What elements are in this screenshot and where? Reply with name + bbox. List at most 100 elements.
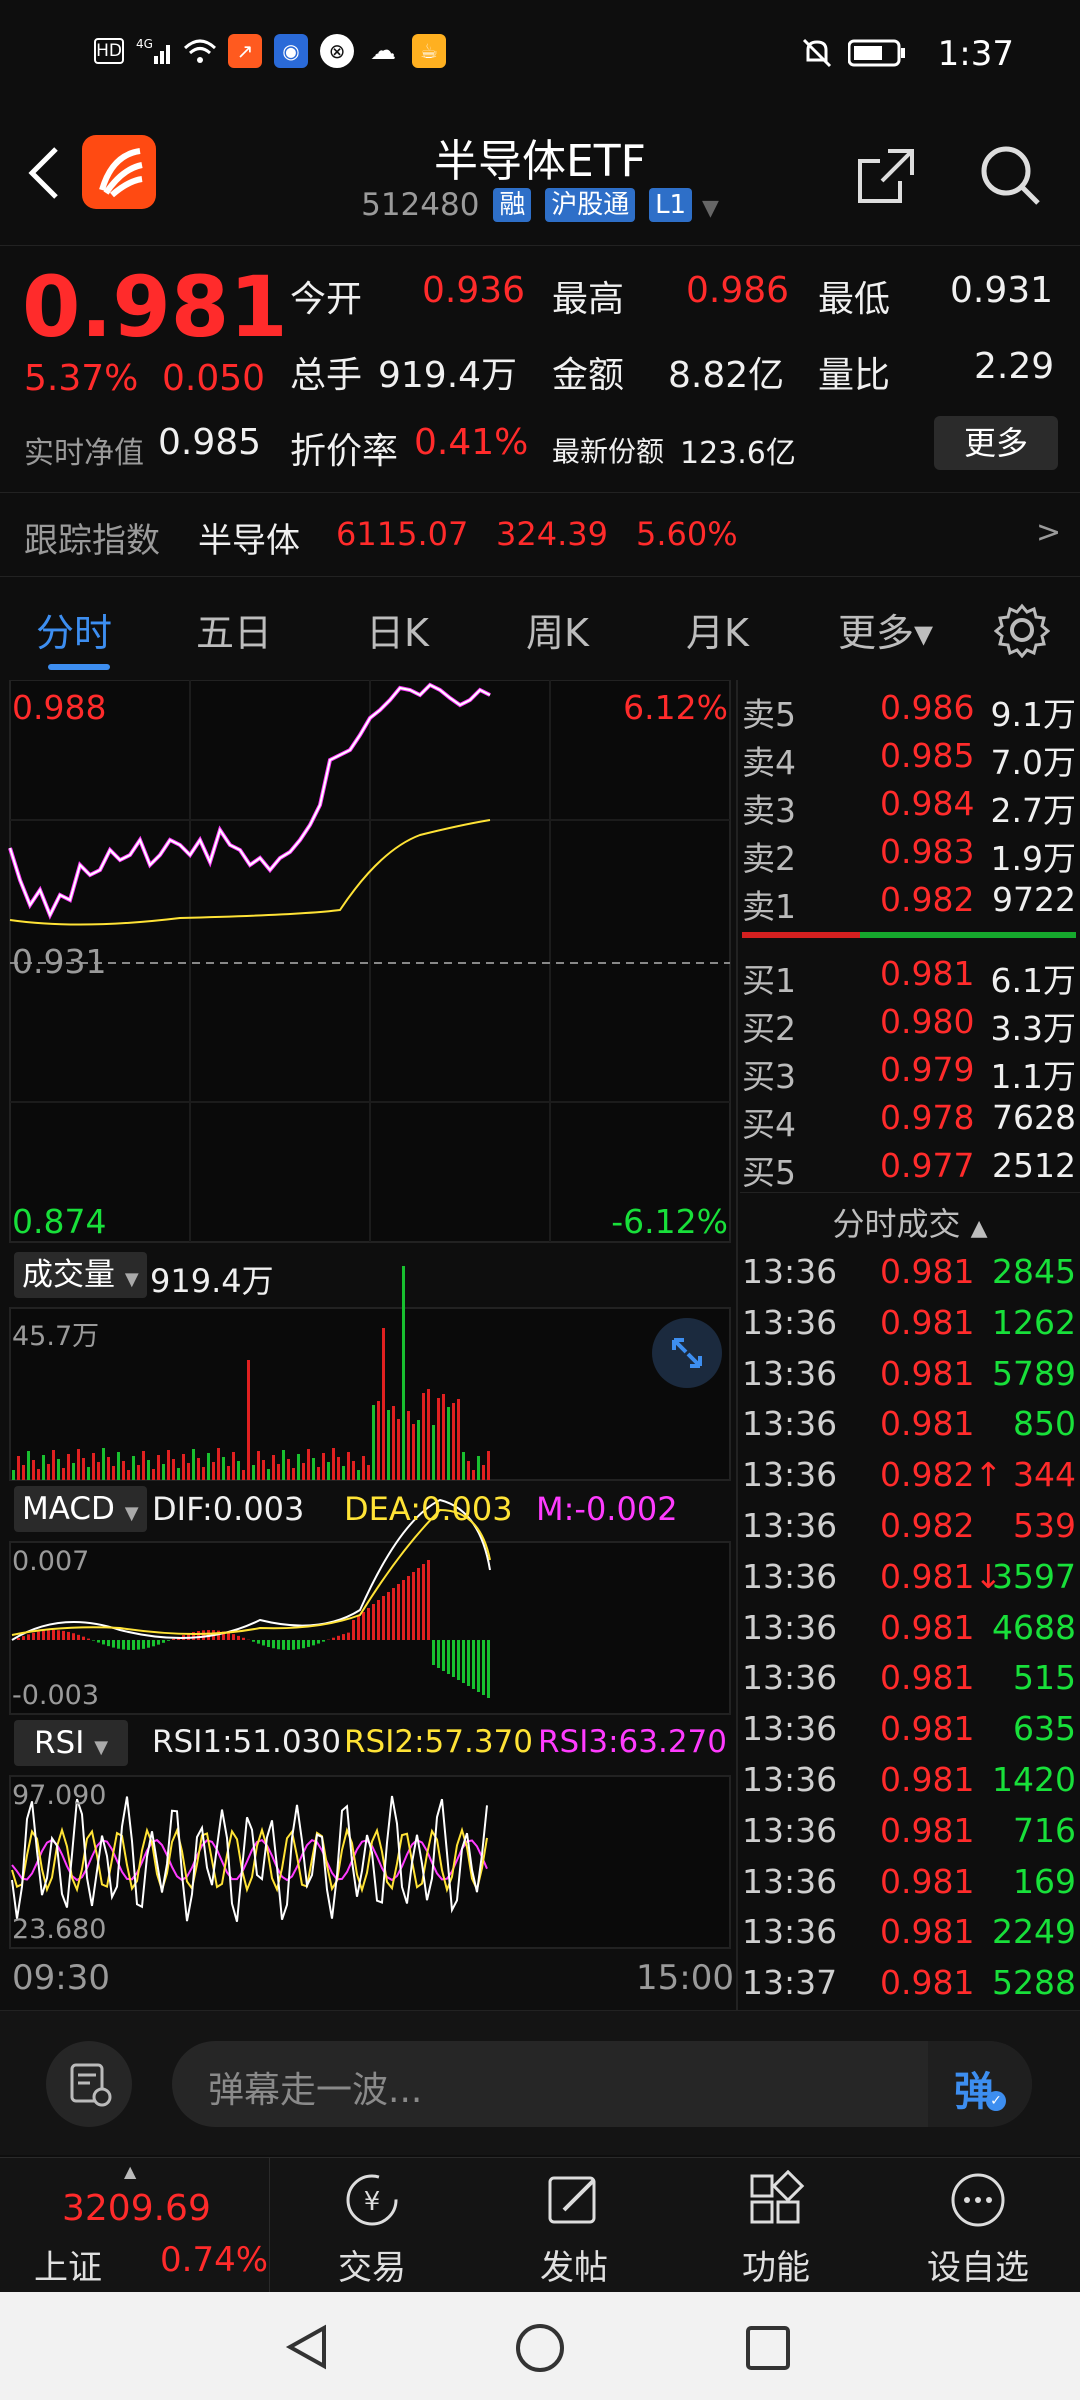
- macd-bar: [47, 1630, 50, 1640]
- trade-price: 0.982↑: [880, 1455, 1003, 1495]
- macd-bar: [157, 1640, 160, 1645]
- macd-bar: [467, 1640, 470, 1686]
- tab-five-day[interactable]: 五日: [196, 602, 272, 657]
- share-icon[interactable]: [856, 145, 916, 209]
- volume-bar: [217, 1448, 220, 1480]
- ask-volume: 2.7万: [990, 791, 1076, 830]
- settings-gear-icon[interactable]: [993, 602, 1051, 662]
- recents-nav-icon[interactable]: [744, 2324, 792, 2376]
- volume-total: 919.4万: [150, 1262, 274, 1300]
- macd-bar: [342, 1634, 345, 1640]
- rsi-axis-bottom: 23.680: [12, 1914, 107, 1945]
- index-pct: 0.74%: [160, 2240, 269, 2280]
- trade-price: 0.981: [880, 1760, 975, 1799]
- volume-bar: [282, 1450, 285, 1480]
- trades-header[interactable]: 分时成交 ▲: [740, 1192, 1080, 1245]
- bid-ask-ratio-bar: [742, 932, 1076, 938]
- macd-indicator-selector[interactable]: MACD ▼: [14, 1486, 147, 1532]
- trades-title: 分时成交: [832, 1205, 961, 1243]
- dropdown-icon[interactable]: ▼: [702, 196, 719, 221]
- quote-panel: 0.981 5.37% 0.050 今开 0.936 最高 0.986 最低 0…: [0, 245, 1080, 490]
- macd-bar: [362, 1612, 365, 1640]
- ask-label: 卖1: [742, 887, 796, 926]
- bid-price: 0.981: [880, 954, 975, 993]
- discount-value: 0.41%: [414, 422, 529, 463]
- danmu-send-button[interactable]: 弹 ✓: [928, 2041, 1032, 2127]
- nav-post-label: 发帖: [540, 2248, 608, 2288]
- macd-bar: [267, 1640, 270, 1647]
- shares-label: 最新份额: [552, 435, 665, 468]
- macd-bar: [32, 1632, 35, 1640]
- trade-time: 13:36: [742, 1506, 838, 1545]
- macd-bar: [482, 1640, 485, 1695]
- nav-functions[interactable]: 功能: [676, 2158, 876, 2293]
- trade-volume: 3597: [992, 1556, 1076, 1596]
- macd-bar: [437, 1640, 440, 1668]
- trade-price: 0.981: [880, 1607, 975, 1647]
- wifi-icon: [182, 34, 216, 68]
- expand-chart-icon[interactable]: [652, 1318, 722, 1388]
- trade-time: 13:36: [742, 1404, 838, 1444]
- macd-bar: [457, 1640, 460, 1680]
- tracking-index-value: 6115.07: [336, 515, 469, 553]
- level-tag[interactable]: L1: [649, 188, 693, 222]
- price-axis-bottom: 0.874: [12, 1202, 107, 1241]
- volume-indicator-selector[interactable]: 成交量 ▼: [14, 1252, 147, 1298]
- bid-price: 0.977: [880, 1146, 975, 1185]
- volume-bar: [157, 1455, 160, 1480]
- macd-bar: [72, 1633, 75, 1640]
- volume-bar: [27, 1451, 30, 1480]
- volume-bar: [117, 1452, 120, 1480]
- macd-bar: [227, 1632, 230, 1640]
- macd-bar: [122, 1640, 125, 1650]
- volume-bar: [127, 1470, 130, 1480]
- macd-bar: [387, 1592, 390, 1640]
- macd-bar: [162, 1640, 165, 1643]
- volume-bar: [17, 1456, 20, 1480]
- nav-post[interactable]: 发帖: [474, 2158, 674, 2293]
- rsi-indicator-selector[interactable]: RSI ▼: [14, 1720, 129, 1766]
- danmu-button-label: 弹: [954, 2069, 994, 2115]
- macd-bar: [17, 1638, 20, 1640]
- rsi3-value: RSI3:63.270: [538, 1724, 727, 1760]
- nav-add-watchlist[interactable]: 设自选: [878, 2158, 1078, 2293]
- trade-price: 0.981: [880, 1861, 975, 1901]
- search-icon[interactable]: [978, 143, 1042, 211]
- battery-icon: [847, 38, 908, 72]
- market-index-widget[interactable]: ▲ 3209.69 上证 0.74%: [0, 2158, 270, 2293]
- tab-daily-k[interactable]: 日K: [366, 602, 429, 657]
- bid-price: 0.980: [880, 1002, 975, 1041]
- macd-bar: [167, 1640, 170, 1641]
- trade-row: 13:36 0.982 539: [740, 1506, 1080, 1556]
- macd-dif: DIF:0.003: [152, 1490, 305, 1528]
- trade-volume: 1420: [992, 1760, 1076, 1799]
- home-nav-icon[interactable]: [514, 2322, 566, 2378]
- macd-bar: [102, 1640, 105, 1645]
- tab-weekly-k[interactable]: 周K: [526, 602, 589, 657]
- change-pct: 5.37%: [24, 358, 139, 399]
- tracking-index-row[interactable]: 跟踪指数 半导体 6115.07 324.39 5.60% >: [0, 492, 1080, 577]
- macd-bar: [77, 1634, 80, 1640]
- tab-monthly-k[interactable]: 月K: [686, 602, 749, 657]
- check-badge-icon: ✓: [986, 2091, 1006, 2111]
- macd-bar: [412, 1572, 415, 1640]
- bid-row: 买3 0.979 1.1万: [740, 1050, 1080, 1098]
- trade-time: 13:36: [742, 1252, 838, 1291]
- danmu-input[interactable]: 弹幕走一波... 弹 ✓: [172, 2041, 1032, 2127]
- bid-label: 买1: [742, 961, 796, 1000]
- danmu-settings-icon[interactable]: [46, 2041, 132, 2127]
- macd-bar: [292, 1640, 295, 1650]
- ask-price: 0.982: [880, 880, 975, 919]
- trade-row: 13:36 0.981 635: [740, 1709, 1080, 1759]
- nav-trade[interactable]: ¥ 交易: [272, 2158, 472, 2293]
- trade-volume: 1262: [992, 1302, 1076, 1342]
- bid-label: 买2: [742, 1009, 796, 1048]
- back-nav-icon[interactable]: [282, 2322, 332, 2376]
- macd-bar: [312, 1640, 315, 1646]
- intraday-chart-panel[interactable]: 0.988 0.931 0.874 6.12% -6.12% 成交量 ▼ 919…: [0, 680, 738, 2010]
- more-button[interactable]: 更多: [934, 416, 1058, 470]
- trade-row: 13:36 0.981 716: [740, 1811, 1080, 1861]
- tab-intraday[interactable]: 分时: [36, 602, 112, 657]
- volume-bar: [67, 1454, 70, 1480]
- tab-more[interactable]: 更多▾: [838, 602, 933, 657]
